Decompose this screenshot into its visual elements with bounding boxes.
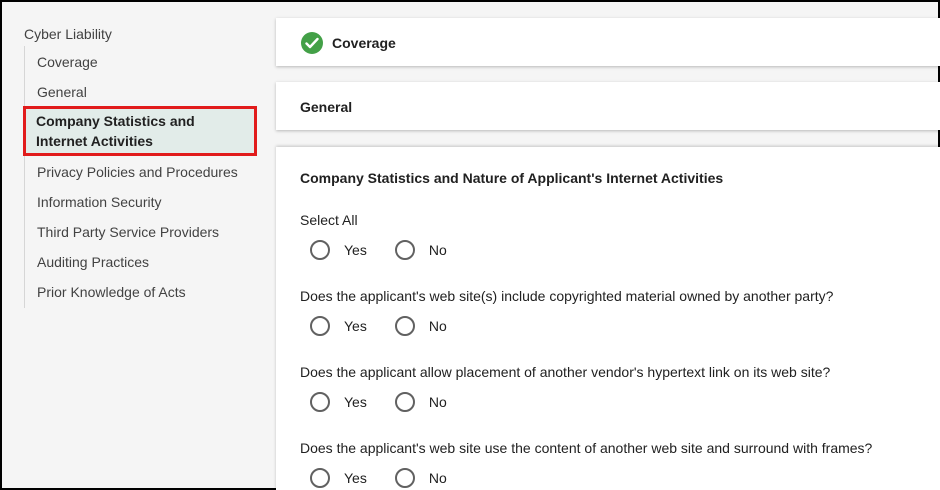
sidebar-title: Cyber Liability: [24, 26, 112, 42]
select-all-no-radio[interactable]: [394, 240, 415, 260]
general-card[interactable]: General: [276, 82, 940, 130]
select-all-label: Select All: [300, 212, 358, 228]
sidebar-item-coverage[interactable]: Coverage: [25, 52, 261, 72]
select-all-yes-radio[interactable]: [310, 240, 330, 260]
general-card-title: General: [300, 99, 353, 115]
sidebar-nav: Cyber Liability Coverage General Company…: [2, 2, 264, 488]
question-3-no-radio[interactable]: [394, 468, 415, 488]
question-1-radio-group: Yes No: [310, 315, 475, 337]
no-label: No: [428, 242, 447, 258]
sidebar-item-information-security[interactable]: Information Security: [25, 192, 261, 212]
question-2-radio-group: Yes No: [310, 391, 475, 413]
question-3-text: Does the applicant's web site use the co…: [300, 440, 873, 456]
question-3-yes-radio[interactable]: [310, 468, 330, 488]
sidebar-item-third-party-providers[interactable]: Third Party Service Providers: [25, 222, 261, 242]
sidebar-item-auditing-practices[interactable]: Auditing Practices: [25, 252, 261, 272]
question-1-no-radio[interactable]: [394, 316, 415, 336]
app-frame: Cyber Liability Coverage General Company…: [0, 0, 940, 490]
yes-label: Yes: [344, 242, 367, 258]
company-statistics-section: Company Statistics and Nature of Applica…: [276, 147, 940, 490]
question-2-no-radio[interactable]: [394, 392, 415, 412]
select-all-radio-group: Yes No: [310, 239, 475, 261]
sidebar-list: Coverage General Company Statistics and …: [23, 46, 261, 308]
question-1-text: Does the applicant's web site(s) include…: [300, 288, 834, 304]
coverage-card[interactable]: Coverage: [276, 18, 940, 66]
no-label: No: [428, 470, 447, 486]
no-label: No: [428, 394, 447, 410]
question-2-yes-radio[interactable]: [310, 392, 330, 412]
sidebar-item-prior-knowledge[interactable]: Prior Knowledge of Acts: [25, 282, 261, 302]
sidebar-item-privacy-policies[interactable]: Privacy Policies and Procedures: [25, 162, 261, 182]
section-title: Company Statistics and Nature of Applica…: [300, 170, 724, 186]
coverage-card-title: Coverage: [332, 35, 396, 51]
no-label: No: [428, 318, 447, 334]
question-2-text: Does the applicant allow placement of an…: [300, 364, 831, 380]
yes-label: Yes: [344, 394, 367, 410]
yes-label: Yes: [344, 470, 367, 486]
yes-label: Yes: [344, 318, 367, 334]
check-circle-icon: [301, 32, 323, 54]
sidebar-item-company-statistics[interactable]: Company Statistics and Internet Activiti…: [23, 106, 257, 156]
question-3-radio-group: Yes No: [310, 467, 475, 489]
sidebar-item-general[interactable]: General: [25, 82, 261, 102]
question-1-yes-radio[interactable]: [310, 316, 330, 336]
